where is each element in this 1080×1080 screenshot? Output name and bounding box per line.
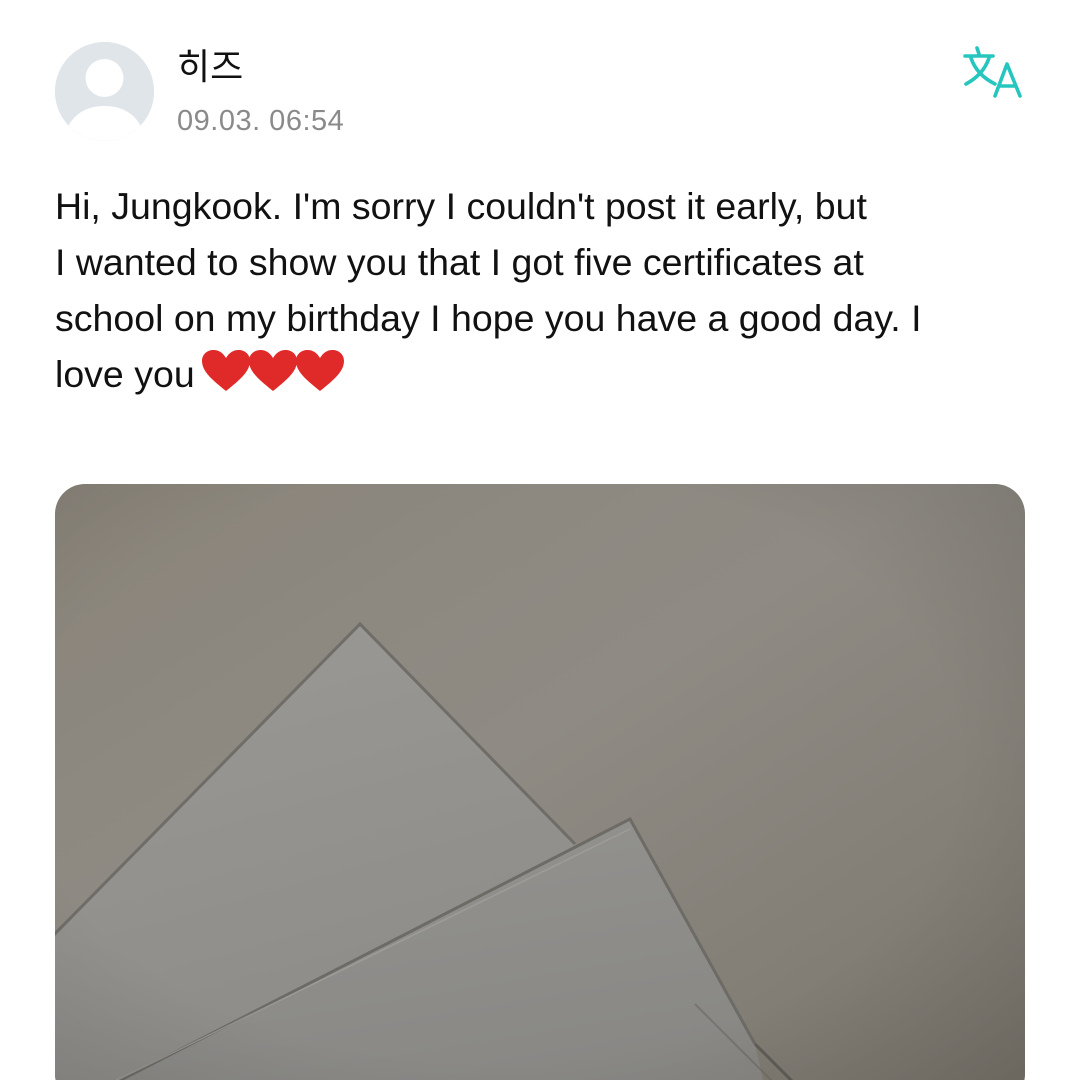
default-user-avatar-icon [55,42,154,141]
post-body-line: Hi, Jungkook. I'm sorry I couldn't post … [55,185,867,227]
translate-icon [963,46,1022,98]
post-body-line: love you [55,353,195,395]
photo-certificates-image [55,484,1025,1080]
avatar[interactable] [55,42,154,141]
post-body-last-line: love you [55,346,1015,408]
heart-icon [201,350,250,391]
hearts-emoji [201,349,344,408]
post-screen: 히즈 09.03. 06:54 Hi, Jungkook. I'm sorry … [0,0,1080,1080]
post-body: Hi, Jungkook. I'm sorry I couldn't post … [55,178,1015,408]
post-body-line: I wanted to show you that I got five cer… [55,241,864,283]
post-header: 히즈 09.03. 06:54 [55,42,1025,142]
author-name[interactable]: 히즈 [177,46,344,90]
attached-photo[interactable] [55,484,1025,1080]
translate-button[interactable] [963,44,1025,100]
heart-icon [295,350,344,391]
heart-icon [248,350,297,391]
post-timestamp: 09.03. 06:54 [177,105,345,137]
author-block: 히즈 09.03. 06:54 [177,46,344,138]
post-body-line: school on my birthday I hope you have a … [55,297,922,339]
